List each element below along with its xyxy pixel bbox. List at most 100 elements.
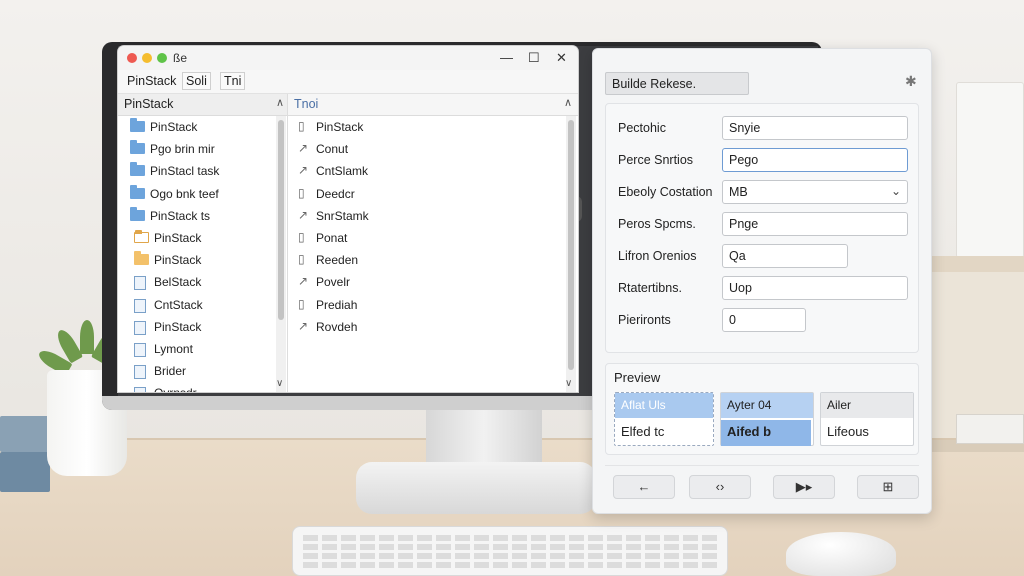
- link-icon: ↗: [298, 141, 309, 156]
- left-scrollbar[interactable]: [276, 116, 286, 392]
- preview-card[interactable]: Aflat Uls Elfed tc: [614, 392, 714, 446]
- preview-card-head: Ayter 04: [721, 393, 813, 418]
- keyboard: [292, 526, 728, 576]
- settings-form: Pectohic Snyie Perce Snrtios Pego Ebeoly Cos…: [605, 103, 919, 353]
- mouse: [786, 532, 896, 576]
- file-icon: ▯: [298, 185, 305, 200]
- text-field[interactable]: Pnge: [722, 212, 908, 236]
- pane-header: Tnoi ∧: [288, 94, 578, 116]
- document-icon: [134, 365, 146, 380]
- item-label: Rovdeh: [316, 319, 358, 334]
- close-dot-icon[interactable]: [127, 53, 137, 63]
- field-label: Pierironts: [618, 313, 671, 327]
- field-label: Rtatertibns.: [618, 281, 682, 295]
- file-manager-window: ße — ☐ ✕ PinStack Soli Tni PinStack ∧ Pi…: [118, 46, 578, 392]
- text-field[interactable]: Pego: [722, 148, 908, 172]
- preview-label: Preview: [614, 370, 661, 385]
- folder-icon: [130, 162, 145, 177]
- item-label: CntStack: [154, 297, 203, 312]
- preview-card-body: Lifeous: [827, 424, 869, 439]
- item-label: PinStack: [150, 120, 198, 134]
- document-icon: [134, 343, 146, 357]
- text-field[interactable]: Snyie: [722, 116, 908, 140]
- scroll-down-icon[interactable]: ∨: [276, 378, 283, 389]
- file-icon: ▯: [298, 230, 305, 244]
- item-label: SnrStamk: [316, 208, 369, 223]
- zoom-dot-icon[interactable]: [157, 53, 167, 63]
- field-value: Qa: [729, 249, 746, 263]
- file-list-pane: Tnoi ∧ ▯ PinStack ↗ Conut ↗ CntSlamk ▯ Deedcr ↗ S…: [288, 94, 578, 392]
- close-icon[interactable]: ✕: [556, 50, 567, 66]
- scroll-down-icon[interactable]: ∨: [565, 378, 572, 389]
- text-field[interactable]: 0: [722, 308, 806, 332]
- field-value: Uop: [729, 281, 752, 295]
- back-arrow-icon[interactable]: ←: [613, 475, 675, 499]
- open-folder-icon: [134, 230, 149, 243]
- menu-pinstack[interactable]: PinStack: [124, 73, 179, 89]
- item-label: CntSlamk: [316, 164, 369, 179]
- close-icon[interactable]: ✱: [905, 73, 917, 90]
- item-label: Conut: [316, 142, 349, 157]
- preview-panel: Preview Aflat Uls Elfed tc Ayter 04 Aife…: [605, 363, 919, 455]
- preview-card-body: Aifed b: [721, 420, 811, 446]
- scroll-up-icon[interactable]: ∧: [276, 96, 284, 109]
- item-label: PinStack: [154, 253, 202, 268]
- field-value: Pego: [729, 153, 759, 167]
- minimize-dot-icon[interactable]: [142, 53, 152, 63]
- build-release-dialog: Builde Rekese. ✱ Pectohic Snyie Perce Snrt…: [592, 48, 932, 514]
- item-label: PinStack ts: [150, 208, 211, 223]
- folder-icon: [130, 118, 145, 132]
- field-label: Lifron Orenios: [618, 249, 697, 263]
- monitor-stand: [426, 410, 542, 466]
- pane-title: PinStack: [124, 97, 174, 111]
- file-icon: ▯: [298, 296, 305, 311]
- text-field[interactable]: Qa: [722, 244, 848, 268]
- field-label: Perce Snrtios: [618, 153, 694, 167]
- document-icon: [134, 298, 146, 313]
- link-icon: ↗: [298, 318, 309, 333]
- item-label: Pgo brin mir: [150, 142, 215, 157]
- shelf: [932, 256, 1024, 272]
- field-value: MB: [729, 185, 748, 199]
- folder-tree-pane: PinStack ∧ PinStack Pgo brin mir PinStacl …: [118, 94, 288, 392]
- grid-icon[interactable]: ⊞: [857, 475, 919, 499]
- shelf-box: [956, 82, 1024, 258]
- preview-card-body: Elfed tc: [621, 424, 665, 439]
- text-field[interactable]: Uop: [722, 276, 908, 300]
- link-icon: ↗: [298, 163, 309, 178]
- pane-header: PinStack ∧: [118, 94, 287, 116]
- item-label: PinStack: [154, 231, 202, 245]
- menu-soli[interactable]: Soli: [182, 72, 211, 90]
- right-scrollbar[interactable]: [566, 116, 576, 392]
- item-label: Povelr: [316, 275, 351, 290]
- code-brackets-icon[interactable]: ‹›: [689, 475, 751, 499]
- item-label: Deedcr: [316, 186, 355, 201]
- select-field[interactable]: MB ⌄: [722, 180, 908, 204]
- dialog-nav-bar: ← ‹› ▶▸ ⊞: [605, 465, 919, 503]
- field-value: 0: [729, 313, 736, 327]
- folder-icon: [130, 140, 145, 155]
- document-icon: [134, 387, 146, 392]
- forward-icon[interactable]: ▶▸: [773, 475, 835, 499]
- item-label: PinStacl task: [150, 164, 220, 179]
- title-bar: ße — ☐ ✕: [118, 46, 578, 70]
- maximize-icon[interactable]: ☐: [528, 50, 540, 66]
- preview-card[interactable]: Ailer Lifeous: [820, 392, 914, 446]
- item-label: Lymont: [154, 342, 193, 356]
- item-label: PinStack: [154, 319, 202, 334]
- preview-card[interactable]: Ayter 04 Aifed b: [720, 392, 814, 446]
- preview-card-head: Ailer: [821, 393, 913, 418]
- menu-bar: PinStack Soli Tni: [118, 70, 578, 94]
- file-icon: ▯: [298, 252, 305, 267]
- field-label: Ebeoly Costation: [618, 185, 713, 199]
- field-label: Peros Spcms.: [618, 217, 696, 231]
- item-label: Reeden: [316, 253, 359, 268]
- document-icon: [134, 320, 146, 335]
- minimize-icon[interactable]: —: [500, 50, 513, 65]
- menu-tni[interactable]: Tni: [220, 72, 246, 90]
- chevron-down-icon[interactable]: ⌄: [891, 184, 901, 198]
- field-label: Pectohic: [618, 121, 666, 135]
- scroll-up-icon[interactable]: ∧: [564, 96, 572, 109]
- pane-title: Tnoi: [294, 97, 319, 111]
- item-label: Prediah: [316, 297, 358, 312]
